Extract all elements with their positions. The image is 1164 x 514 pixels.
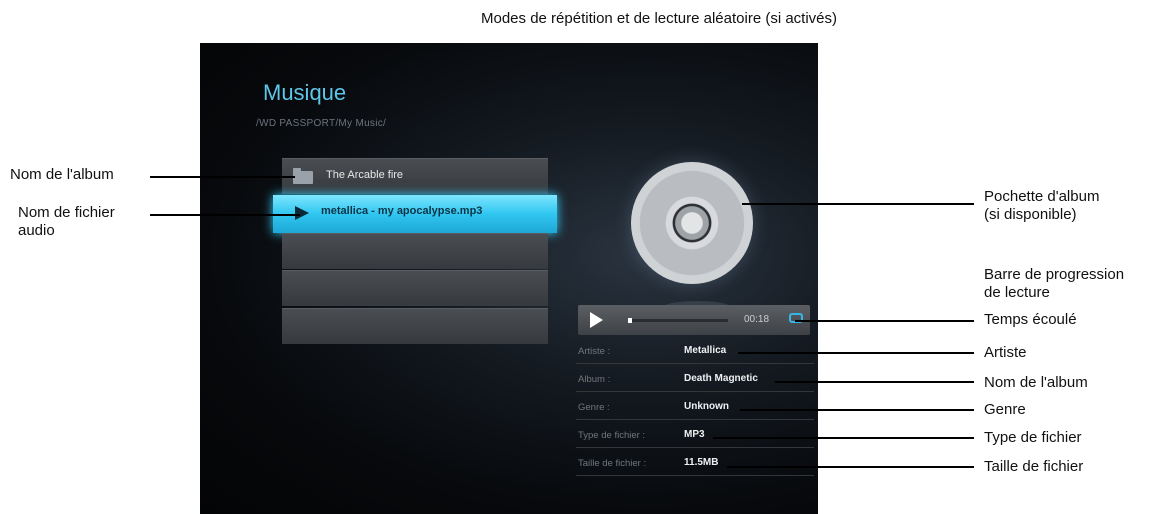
list-item-folder[interactable]: The Arcable fire: [282, 158, 548, 194]
info-label-file-type: Type de fichier :: [578, 430, 646, 441]
play-icon[interactable]: [590, 312, 603, 328]
music-screen: Musique /WD PASSPORT/My Music/ The Arcab…: [200, 43, 818, 514]
leader-file-type: [713, 437, 974, 439]
leader-genre: [740, 409, 974, 411]
info-divider: [576, 363, 814, 364]
leader-audio-file: [150, 214, 300, 216]
info-value-genre: Unknown: [684, 401, 729, 412]
info-value-artist: Metallica: [684, 345, 727, 356]
list-item-audio-selected[interactable]: metallica - my apocalypse.mp3: [273, 195, 557, 233]
play-icon: [295, 206, 309, 220]
list-item-label: metallica - my apocalypse.mp3: [321, 205, 483, 217]
info-value-file-type: MP3: [684, 429, 705, 440]
info-divider: [576, 419, 814, 420]
leader-progress: [795, 320, 974, 322]
info-value-album: Death Magnetic: [684, 373, 758, 384]
callout-artist: Artiste: [984, 344, 1027, 361]
leader-file-size: [727, 466, 974, 468]
info-divider: [576, 475, 814, 476]
list-item-label: The Arcable fire: [326, 169, 404, 181]
breadcrumb-path: /WD PASSPORT/My Music/: [256, 118, 387, 129]
callout-elapsed: Temps écoulé: [984, 311, 1077, 328]
leader-album-name-left: [150, 176, 295, 178]
callout-genre: Genre: [984, 401, 1026, 418]
list-item-empty[interactable]: [282, 233, 548, 269]
album-cover-disc: [631, 162, 753, 284]
leader-artist: [738, 352, 974, 354]
callout-file-type: Type de fichier: [984, 429, 1082, 446]
list-item-empty[interactable]: [282, 308, 548, 344]
callout-audio-file-line1: Nom de fichier: [18, 204, 115, 221]
info-label-file-size: Taille de fichier :: [578, 458, 647, 469]
callout-album-name-right: Nom de l'album: [984, 374, 1088, 391]
callout-progress-line1: Barre de progression: [984, 266, 1125, 283]
list-item-empty[interactable]: [282, 270, 548, 306]
progress-bar[interactable]: [628, 318, 728, 323]
info-divider: [576, 447, 814, 448]
info-label-album: Album :: [578, 374, 611, 385]
player-bar: 00:18: [578, 305, 810, 335]
callout-modes: Modes de répétition et de lecture aléato…: [481, 10, 838, 27]
callout-file-size: Taille de fichier: [984, 458, 1084, 475]
leader-cover: [742, 203, 974, 205]
callout-progress-line2: de lecture: [984, 284, 1050, 301]
callout-cover-line2: (si disponible): [984, 206, 1077, 223]
info-value-file-size: 11.5MB: [684, 457, 719, 468]
folder-icon: [293, 168, 313, 184]
leader-album-name-right: [775, 381, 974, 383]
callout-cover-line1: Pochette d'album: [984, 188, 1100, 205]
callout-audio-file-line2: audio: [18, 222, 55, 239]
callout-album-name-left: Nom de l'album: [10, 166, 114, 183]
progress-fill: [628, 318, 632, 323]
info-label-genre: Genre :: [578, 402, 610, 413]
info-divider: [576, 391, 814, 392]
elapsed-time: 00:18: [744, 314, 770, 325]
screen-title: Musique: [263, 80, 347, 105]
info-label-artist: Artiste :: [578, 346, 611, 357]
